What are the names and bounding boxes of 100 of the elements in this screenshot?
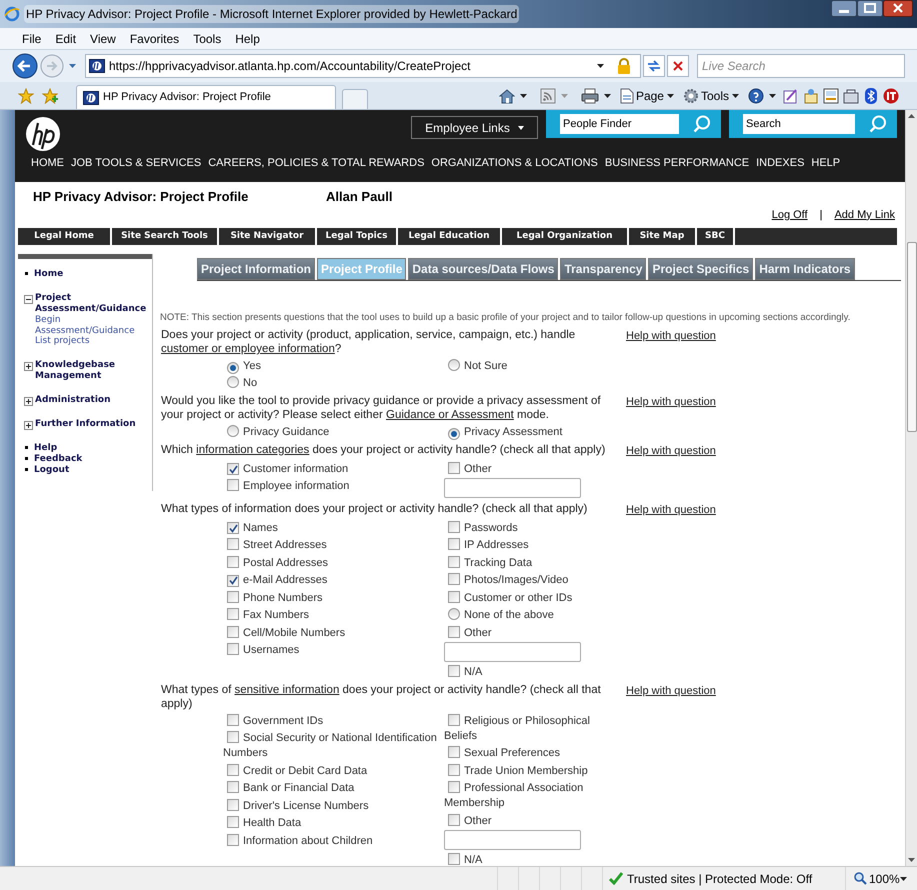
checkbox-option[interactable]: Health Data xyxy=(223,814,444,832)
legal-nav-tab[interactable]: Site Search Tools xyxy=(112,228,217,245)
checkbox-option[interactable]: Street Addresses xyxy=(223,536,444,554)
checkbox-option[interactable]: Fax Numbers xyxy=(223,606,444,624)
search-field[interactable]: Search xyxy=(743,114,855,134)
link[interactable]: Add My Link xyxy=(834,206,895,224)
help-icon[interactable] xyxy=(748,88,764,104)
zoom-control[interactable]: 100% xyxy=(845,866,917,890)
checkbox-option[interactable]: Bank or Financial Data xyxy=(223,778,444,796)
command-button[interactable]: Tools xyxy=(682,86,742,104)
checkbox[interactable] xyxy=(227,781,239,794)
checkbox-option[interactable]: Government IDs xyxy=(223,711,444,729)
sidebar-link[interactable]: Feedback xyxy=(34,454,82,464)
checkbox-option[interactable]: Tracking Data xyxy=(444,553,614,571)
add-star-icon[interactable] xyxy=(42,88,58,104)
checkbox-option[interactable]: e-Mail Addresses xyxy=(223,570,444,588)
tab[interactable]: Harm Indicators xyxy=(755,258,855,280)
checkbox[interactable] xyxy=(448,714,460,726)
checkbox-option[interactable]: Information about Children xyxy=(223,831,444,849)
link[interactable]: customer or employee information xyxy=(161,343,335,356)
radio-button[interactable] xyxy=(448,608,460,620)
radio-option[interactable]: Not Sure xyxy=(444,356,614,374)
expand-icon[interactable] xyxy=(24,396,33,406)
radio-option[interactable]: None of the above xyxy=(444,606,614,624)
print-icon[interactable] xyxy=(580,88,599,104)
checkbox[interactable] xyxy=(448,573,460,586)
legal-nav-tab[interactable]: Site Map xyxy=(629,228,695,245)
caret-icon[interactable] xyxy=(666,94,674,98)
radio-button[interactable] xyxy=(448,358,460,371)
checkbox-option[interactable]: Trade Union Membership xyxy=(444,761,614,779)
nav-link[interactable]: HOME xyxy=(31,155,64,172)
checkbox[interactable] xyxy=(227,463,239,476)
radio-button[interactable] xyxy=(227,362,239,374)
sidebar-link[interactable]: Begin Assessment/Guidance xyxy=(35,315,150,336)
nav-link[interactable]: JOB TOOLS & SERVICES xyxy=(71,155,202,172)
radio-button[interactable] xyxy=(448,428,460,440)
search-icon[interactable] xyxy=(869,115,887,133)
search-field[interactable]: People Finder xyxy=(560,114,679,134)
star-icon[interactable] xyxy=(18,88,34,104)
checkbox[interactable] xyxy=(227,834,239,846)
radio-option[interactable]: Privacy Guidance xyxy=(223,422,444,440)
checkbox[interactable] xyxy=(448,520,460,533)
help-link[interactable]: Help with question xyxy=(626,683,716,700)
checkbox[interactable] xyxy=(448,665,460,678)
command-button[interactable]: Page xyxy=(620,86,677,104)
checkbox[interactable] xyxy=(448,853,460,866)
checkbox[interactable] xyxy=(448,781,460,794)
legal-nav-tab[interactable]: Site Navigator xyxy=(219,228,315,245)
stop-icon[interactable] xyxy=(667,55,689,77)
menu-item[interactable]: Help xyxy=(235,30,260,48)
checkbox-option[interactable]: Other xyxy=(444,459,614,477)
checkbox-option[interactable]: Employee information xyxy=(223,476,444,494)
browser-tab[interactable]: HP Privacy Advisor: Project Profile xyxy=(76,85,336,109)
checkbox[interactable] xyxy=(448,590,460,603)
legal-nav-tab[interactable]: Legal Home xyxy=(18,228,110,245)
refresh-icon[interactable] xyxy=(643,55,665,77)
messenger-icon[interactable] xyxy=(803,88,819,104)
caret-icon[interactable] xyxy=(597,64,604,68)
legal-nav-tab[interactable]: SBC xyxy=(697,228,733,245)
help-link[interactable]: Help with question xyxy=(626,328,716,345)
close-icon[interactable] xyxy=(883,0,913,17)
expand-icon[interactable] xyxy=(24,420,33,430)
new-tab-button[interactable] xyxy=(342,89,368,109)
checkbox[interactable] xyxy=(227,626,239,638)
checkbox[interactable] xyxy=(227,538,239,550)
tab[interactable]: Project Information xyxy=(197,258,316,280)
checkbox[interactable] xyxy=(448,462,460,474)
checkbox-option[interactable]: Usernames xyxy=(223,640,444,658)
help-link[interactable]: Help with question xyxy=(626,394,716,411)
home-icon[interactable] xyxy=(498,88,515,104)
scrollbar-thumb[interactable] xyxy=(906,242,916,432)
menu-item[interactable]: File xyxy=(22,30,42,48)
checkbox[interactable] xyxy=(227,764,239,776)
back-icon[interactable] xyxy=(12,53,38,79)
checkbox[interactable] xyxy=(448,814,460,826)
research-icon[interactable] xyxy=(783,88,799,104)
checkbox[interactable] xyxy=(227,714,239,726)
checkbox-option[interactable]: Customer or other IDs xyxy=(444,588,614,606)
tools-icon[interactable] xyxy=(843,88,859,104)
address-field[interactable]: https://hpprivacyadvisor.atlanta.hp.com/Accountability/CreateProject xyxy=(85,54,641,78)
checkbox[interactable] xyxy=(448,746,460,758)
checkbox[interactable] xyxy=(227,731,239,744)
nav-link[interactable]: INDEXES xyxy=(756,155,804,172)
checkbox[interactable] xyxy=(448,556,460,568)
sidebar-link[interactable]: Knowledgebase Management xyxy=(35,360,152,382)
nav-link[interactable]: HELP xyxy=(811,155,840,172)
menu-item[interactable]: Edit xyxy=(55,30,76,48)
legal-nav-tab[interactable]: Legal Organization xyxy=(502,228,627,245)
checkbox-option[interactable]: IP Addresses xyxy=(444,536,614,554)
checkbox-option[interactable]: Passwords xyxy=(444,518,614,536)
menu-item[interactable]: Favorites xyxy=(130,30,180,48)
bluetooth-icon[interactable] xyxy=(865,88,877,104)
sidebar-link[interactable]: Project Assessment/Guidance xyxy=(35,293,152,315)
checkbox[interactable] xyxy=(227,798,239,811)
caret-icon[interactable] xyxy=(520,94,527,98)
expand-icon[interactable] xyxy=(24,362,33,370)
checkbox-option[interactable]: N/A xyxy=(444,662,614,680)
checkbox[interactable] xyxy=(227,643,239,656)
checkbox[interactable] xyxy=(448,626,460,638)
checkbox[interactable] xyxy=(227,522,239,534)
